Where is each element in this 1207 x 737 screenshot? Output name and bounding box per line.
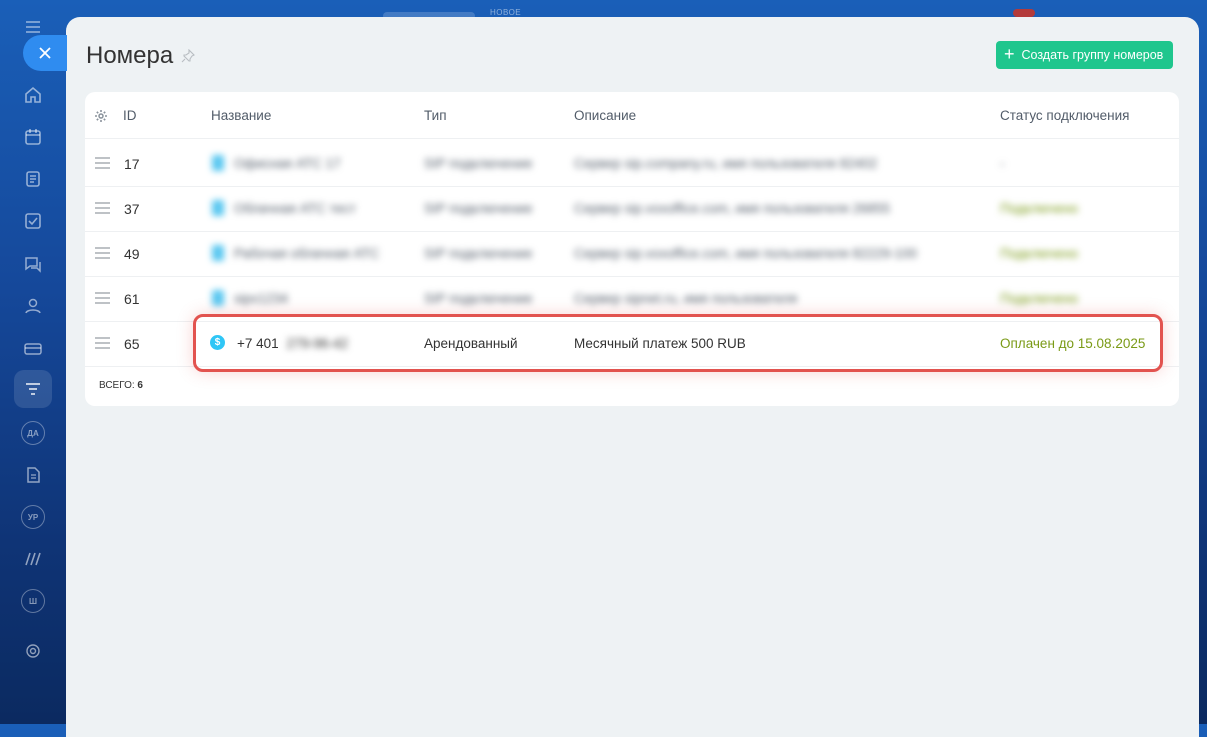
row-name[interactable]: Рабочая облачная АТС xyxy=(234,246,379,261)
filter-icon[interactable] xyxy=(20,376,46,402)
column-header-name[interactable]: Название xyxy=(211,108,271,123)
sip-icon xyxy=(212,245,224,261)
column-header-type[interactable]: Тип xyxy=(424,108,447,123)
sip-icon xyxy=(212,290,224,306)
drag-handle-icon[interactable] xyxy=(95,292,110,304)
drag-handle-icon[interactable] xyxy=(95,157,110,169)
chat-icon[interactable] xyxy=(20,251,46,277)
plus-icon: + xyxy=(1004,44,1015,64)
notification-badge xyxy=(1013,9,1035,17)
row-status: - xyxy=(1000,156,1005,171)
rail-badge-sh[interactable]: Ш xyxy=(20,588,46,614)
row-status: Подключено xyxy=(1000,201,1079,216)
create-number-group-button[interactable]: + Создать группу номеров xyxy=(996,41,1174,69)
table-header: ID Название Тип Описание Статус подключе… xyxy=(85,92,1179,139)
calendar-icon[interactable] xyxy=(20,124,46,150)
row-type: SIP подключение xyxy=(424,291,533,306)
file-icon[interactable] xyxy=(20,462,46,488)
column-header-status[interactable]: Статус подключения xyxy=(1000,108,1129,123)
sip-icon xyxy=(212,200,224,216)
row-type: SIP подключение xyxy=(424,201,533,216)
row-status: Подключено xyxy=(1000,291,1079,306)
column-header-id[interactable]: ID xyxy=(123,108,137,123)
rail-badge-da[interactable]: ДА xyxy=(20,420,46,446)
table-row[interactable]: 49 Рабочая облачная АТС SIP подключение … xyxy=(85,231,1179,277)
column-header-description[interactable]: Описание xyxy=(574,108,636,123)
row-id: 17 xyxy=(124,156,140,172)
document-icon[interactable] xyxy=(20,166,46,192)
total-count: ВСЕГО: 6 xyxy=(99,380,143,391)
gear-icon[interactable] xyxy=(94,109,108,123)
close-slider-button[interactable] xyxy=(23,35,67,71)
row-id: 65 xyxy=(124,336,140,352)
row-description: Сервер sip.company.ru, имя пользователя … xyxy=(574,156,878,171)
pin-icon[interactable] xyxy=(181,49,196,63)
row-description: Сервер sipnet.ru, имя пользователя xyxy=(574,291,798,306)
settings-circle-icon[interactable] xyxy=(20,638,46,664)
row-name[interactable]: sipx1234 xyxy=(234,291,288,306)
close-icon xyxy=(39,47,51,59)
row-name[interactable]: Облачная АТС тест xyxy=(234,201,356,216)
drag-handle-icon[interactable] xyxy=(95,247,110,259)
row-status: Подключено xyxy=(1000,246,1079,261)
row-type: SIP подключение xyxy=(424,246,533,261)
rail-badge-ur[interactable]: УР xyxy=(20,504,46,530)
numbers-panel: Номера + Создать группу номеров ID Назва… xyxy=(66,17,1199,737)
page-title: Номера xyxy=(86,42,174,69)
row-id: 37 xyxy=(124,201,140,217)
drag-handle-icon[interactable] xyxy=(95,337,110,349)
highlight-frame xyxy=(193,314,1163,372)
users-icon[interactable] xyxy=(20,293,46,319)
drag-handle-icon[interactable] xyxy=(95,202,110,214)
home-icon[interactable] xyxy=(20,82,46,108)
row-name[interactable]: Офисная АТС 17 xyxy=(234,156,341,171)
total-value: 6 xyxy=(137,380,143,391)
row-description: Сервер sip.voxoffice.com, имя пользовате… xyxy=(574,201,891,216)
total-label: ВСЕГО: xyxy=(99,380,135,391)
create-button-label: Создать группу номеров xyxy=(1021,48,1164,62)
table-row[interactable]: 37 Облачная АТС тест SIP подключение Сер… xyxy=(85,186,1179,232)
row-id: 61 xyxy=(124,291,140,307)
row-description: Сервер sip.voxoffice.com, имя пользовате… xyxy=(574,246,918,261)
checkbox-icon[interactable] xyxy=(20,208,46,234)
table-row[interactable]: 17 Офисная АТС 17 SIP подключение Сервер… xyxy=(85,141,1179,187)
row-type: SIP подключение xyxy=(424,156,533,171)
title-area: Номера xyxy=(86,42,196,70)
card-icon[interactable] xyxy=(20,336,46,362)
left-rail: ДА УР Ш xyxy=(0,0,66,724)
header-ghost-label: НОВОЕ xyxy=(490,8,522,17)
row-id: 49 xyxy=(124,246,140,262)
stripes-icon[interactable] xyxy=(20,546,46,572)
sip-icon xyxy=(212,155,224,171)
